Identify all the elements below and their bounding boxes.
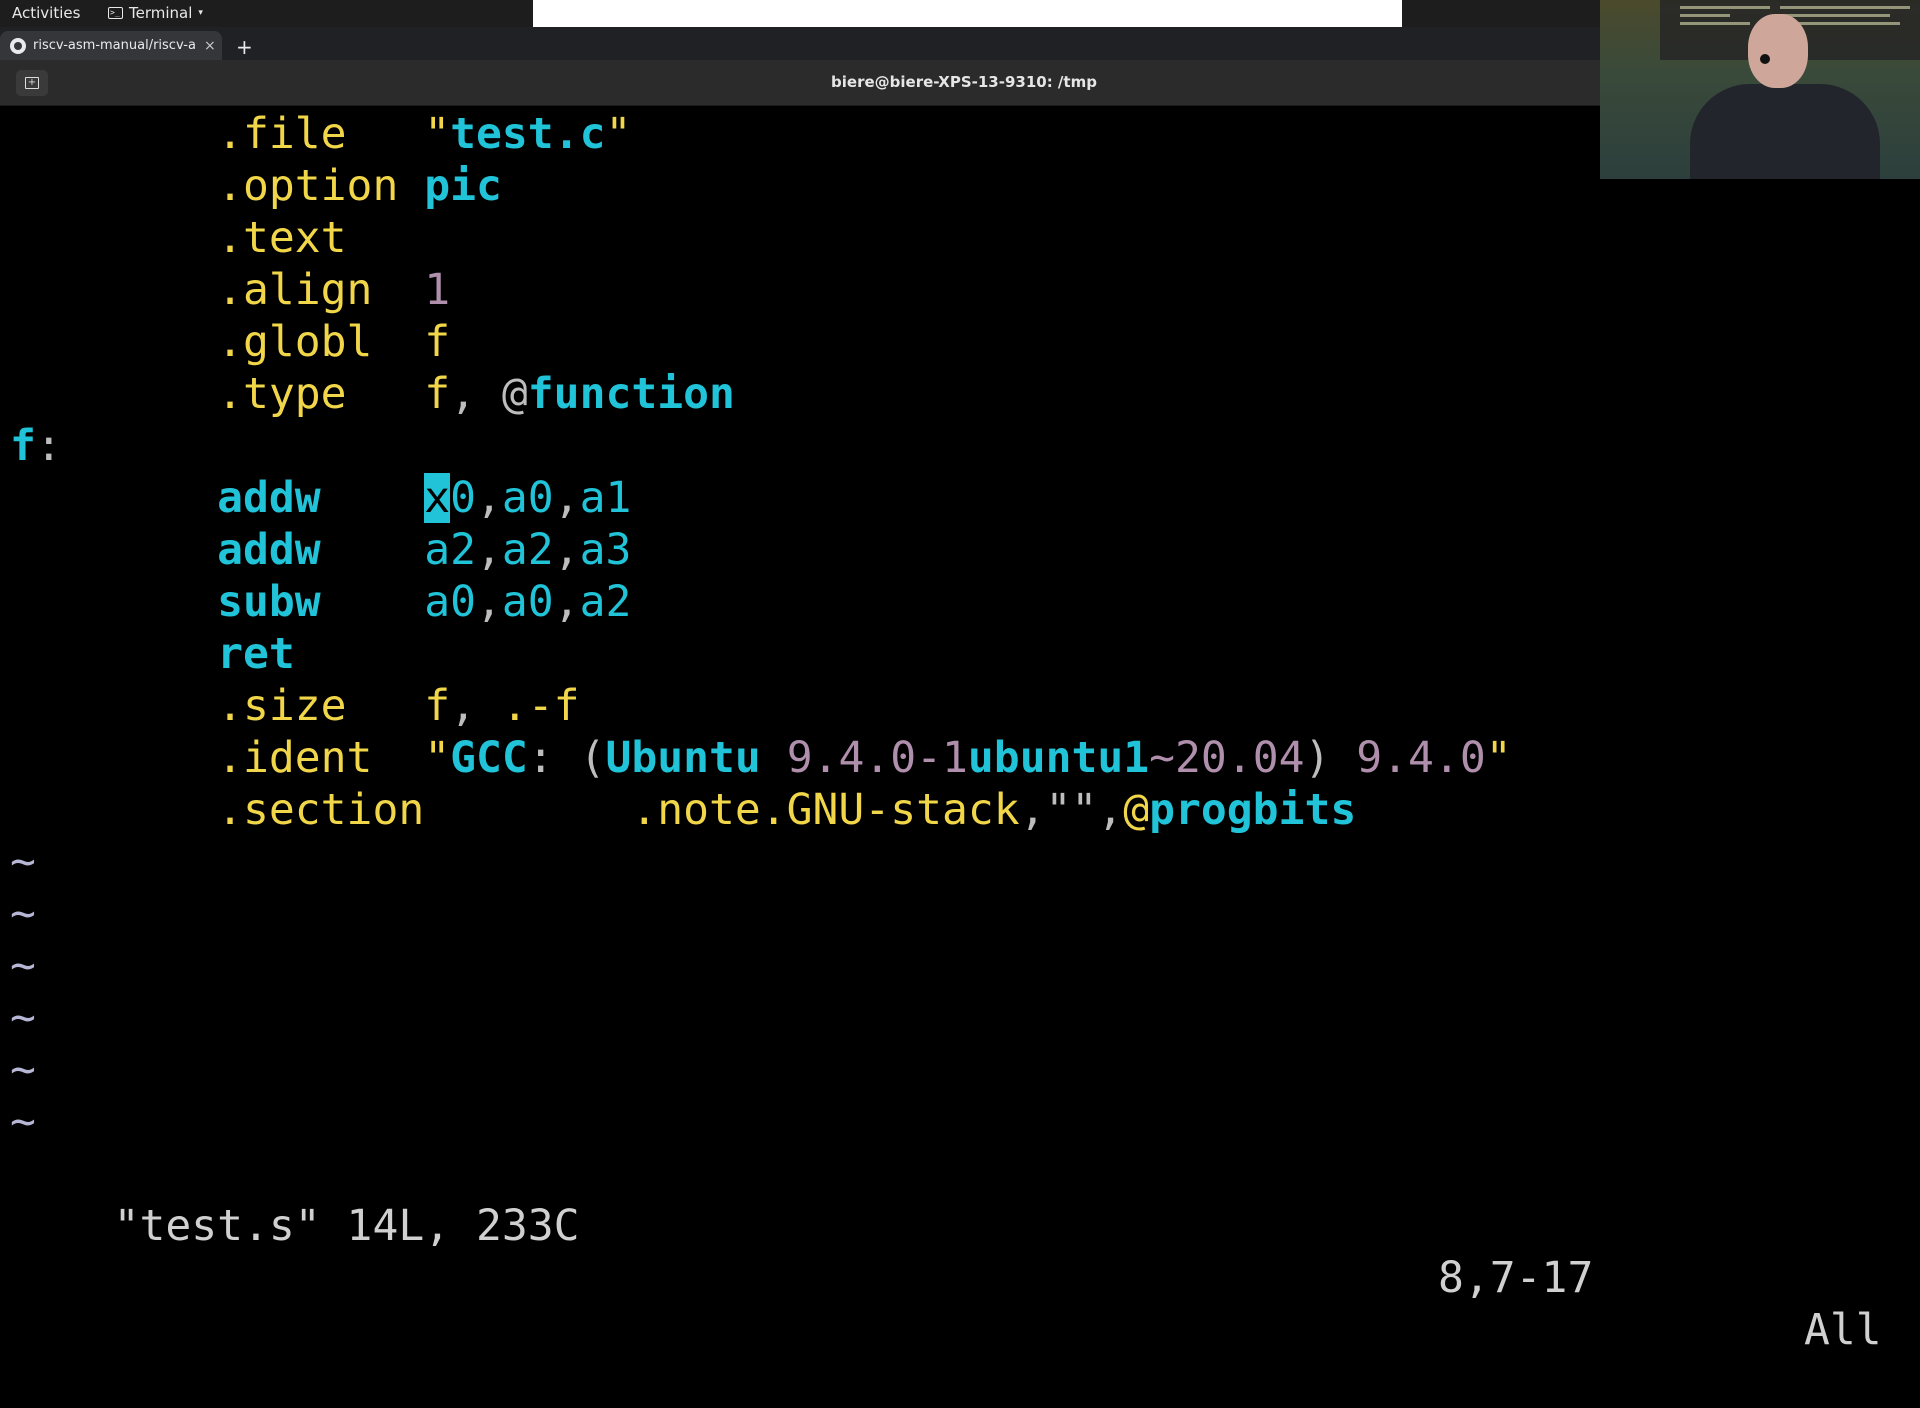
terminal-icon: >_ (108, 7, 123, 19)
code-line-11: ret (217, 629, 295, 679)
code-line-13: .ident "GCC: (Ubuntu 9.4.0-1ubuntu1~20.0… (217, 733, 1512, 783)
code-line-14: .section .note.GNU-stack,"",@progbits (217, 785, 1357, 835)
terminal-body[interactable]: .file "test.c" .option pic .text .align … (0, 106, 1920, 1355)
empty-line-tilde: ~ (10, 941, 36, 991)
browser-tab[interactable]: riscv-asm-manual/riscv-a × (0, 31, 222, 60)
code-line-3: .text (217, 213, 347, 263)
code-line-2: .option pic (217, 161, 502, 211)
cursor-position: 8,7-17 (1438, 1253, 1594, 1303)
code-line-5: .globl f (217, 317, 451, 367)
close-icon[interactable]: × (204, 38, 216, 54)
activities-button[interactable]: Activities (12, 4, 80, 22)
empty-line-tilde: ~ (10, 837, 36, 887)
code-line-10: subw a0,a0,a2 (217, 577, 632, 627)
github-icon (10, 37, 26, 54)
vim-status-line: "test.s" 14L, 233C 8,7-17 All (10, 1148, 1920, 1355)
code-line-1: .file "test.c" (217, 109, 632, 159)
code-line-7: f: (10, 421, 62, 471)
new-tab-button[interactable]: + (236, 35, 253, 59)
tab-title: riscv-asm-manual/riscv-a (33, 38, 196, 53)
empty-line-tilde: ~ (10, 1045, 36, 1095)
webcam-person-torso (1690, 84, 1880, 179)
empty-line-tilde: ~ (10, 993, 36, 1043)
empty-line-tilde: ~ (10, 1097, 36, 1147)
overlapping-window[interactable] (533, 0, 1402, 27)
code-line-12: .size f, .-f (217, 681, 580, 731)
empty-line-tilde: ~ (10, 889, 36, 939)
code-line-4: .align 1 (217, 265, 451, 315)
scroll-indicator: All (1804, 1305, 1882, 1355)
code-line-9: addw a2,a2,a3 (217, 525, 632, 575)
code-line-8: addw x0,a0,a1 (217, 473, 632, 523)
file-info: "test.s" 14L, 233C (113, 1201, 580, 1251)
text-cursor: x (424, 473, 451, 523)
webcam-person-head (1748, 14, 1808, 88)
headset-mic-icon (1760, 54, 1770, 64)
app-menu[interactable]: >_ Terminal ▾ (108, 4, 203, 22)
app-menu-label: Terminal (129, 4, 193, 22)
webcam-overlay (1600, 0, 1920, 179)
code-line-6: .type f, @function (217, 369, 735, 419)
chevron-down-icon: ▾ (198, 8, 203, 18)
